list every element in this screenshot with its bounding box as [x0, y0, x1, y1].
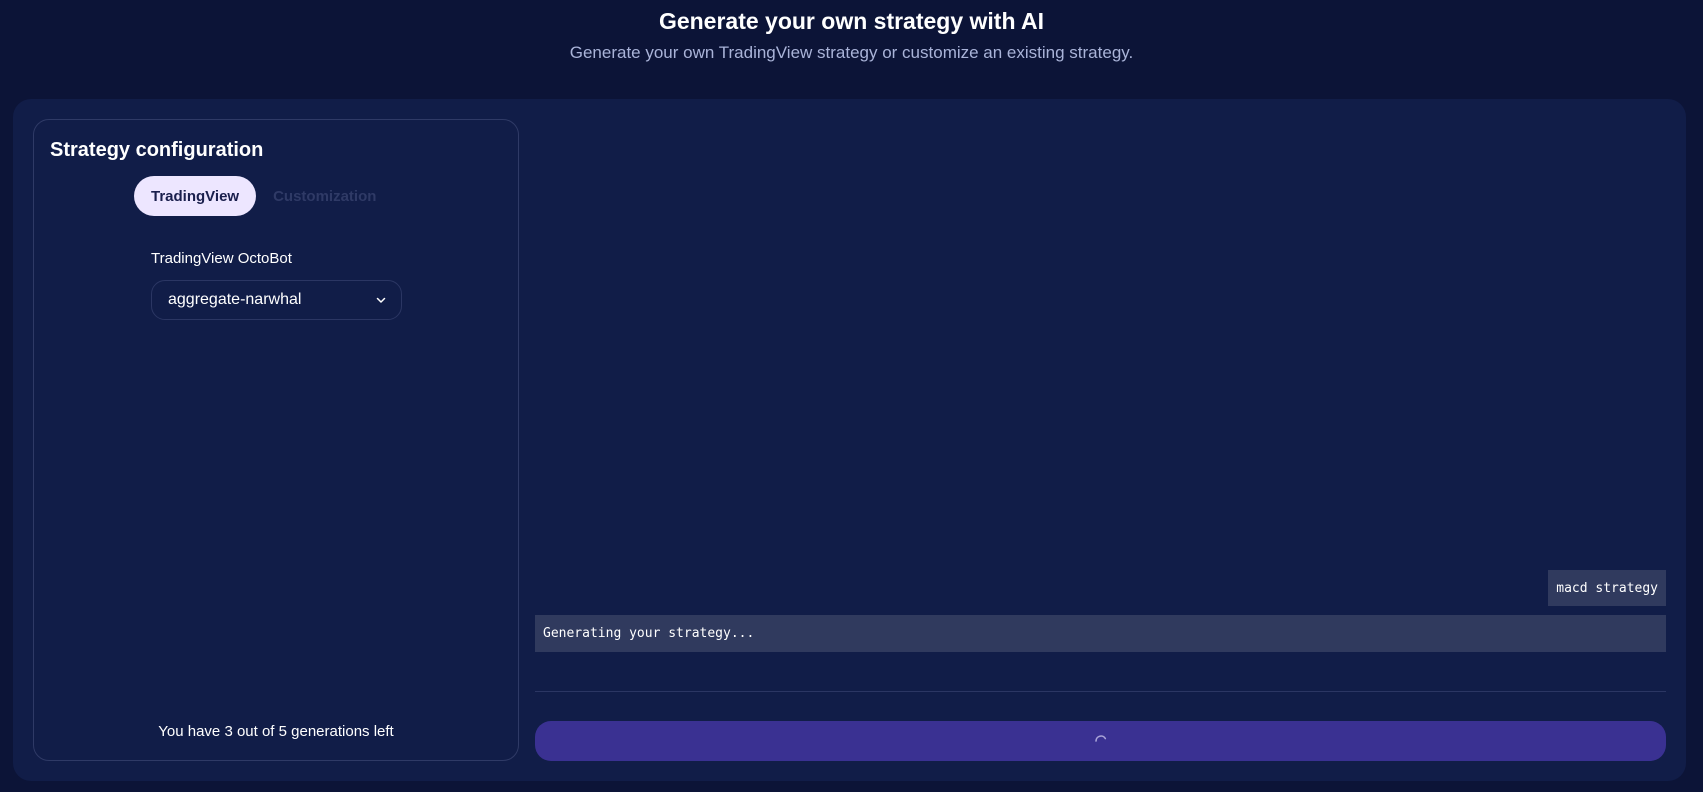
user-message: macd strategy: [1548, 570, 1666, 606]
chevron-down-icon: [376, 297, 386, 303]
main-card: Strategy configuration TradingView Custo…: [13, 99, 1686, 781]
generate-button[interactable]: [535, 721, 1666, 761]
strategy-config-panel: Strategy configuration TradingView Custo…: [33, 119, 519, 761]
page-subtitle: Generate your own TradingView strategy o…: [569, 43, 1134, 62]
page-title: Generate your own strategy with AI: [658, 8, 1045, 34]
assistant-message: Generating your strategy...: [535, 615, 1666, 652]
tab-group: TradingView Customization: [134, 176, 393, 216]
generations-left-text: You have 3 out of 5 generations left: [158, 723, 394, 740]
config-title: Strategy configuration: [50, 139, 264, 161]
octobot-field-label: TradingView OctoBot: [151, 250, 292, 267]
spinner-icon: [1094, 735, 1106, 742]
octobot-select[interactable]: aggregate-narwhal: [151, 280, 402, 320]
tab-customization[interactable]: Customization: [256, 176, 393, 216]
page-header: Generate your own strategy with AI Gener…: [0, 0, 1703, 99]
tab-tradingview[interactable]: TradingView: [134, 176, 257, 216]
octobot-select-value: aggregate-narwhal: [168, 291, 302, 308]
chat-area: macd strategy Generating your strategy..…: [535, 99, 1666, 781]
divider: [535, 691, 1666, 692]
